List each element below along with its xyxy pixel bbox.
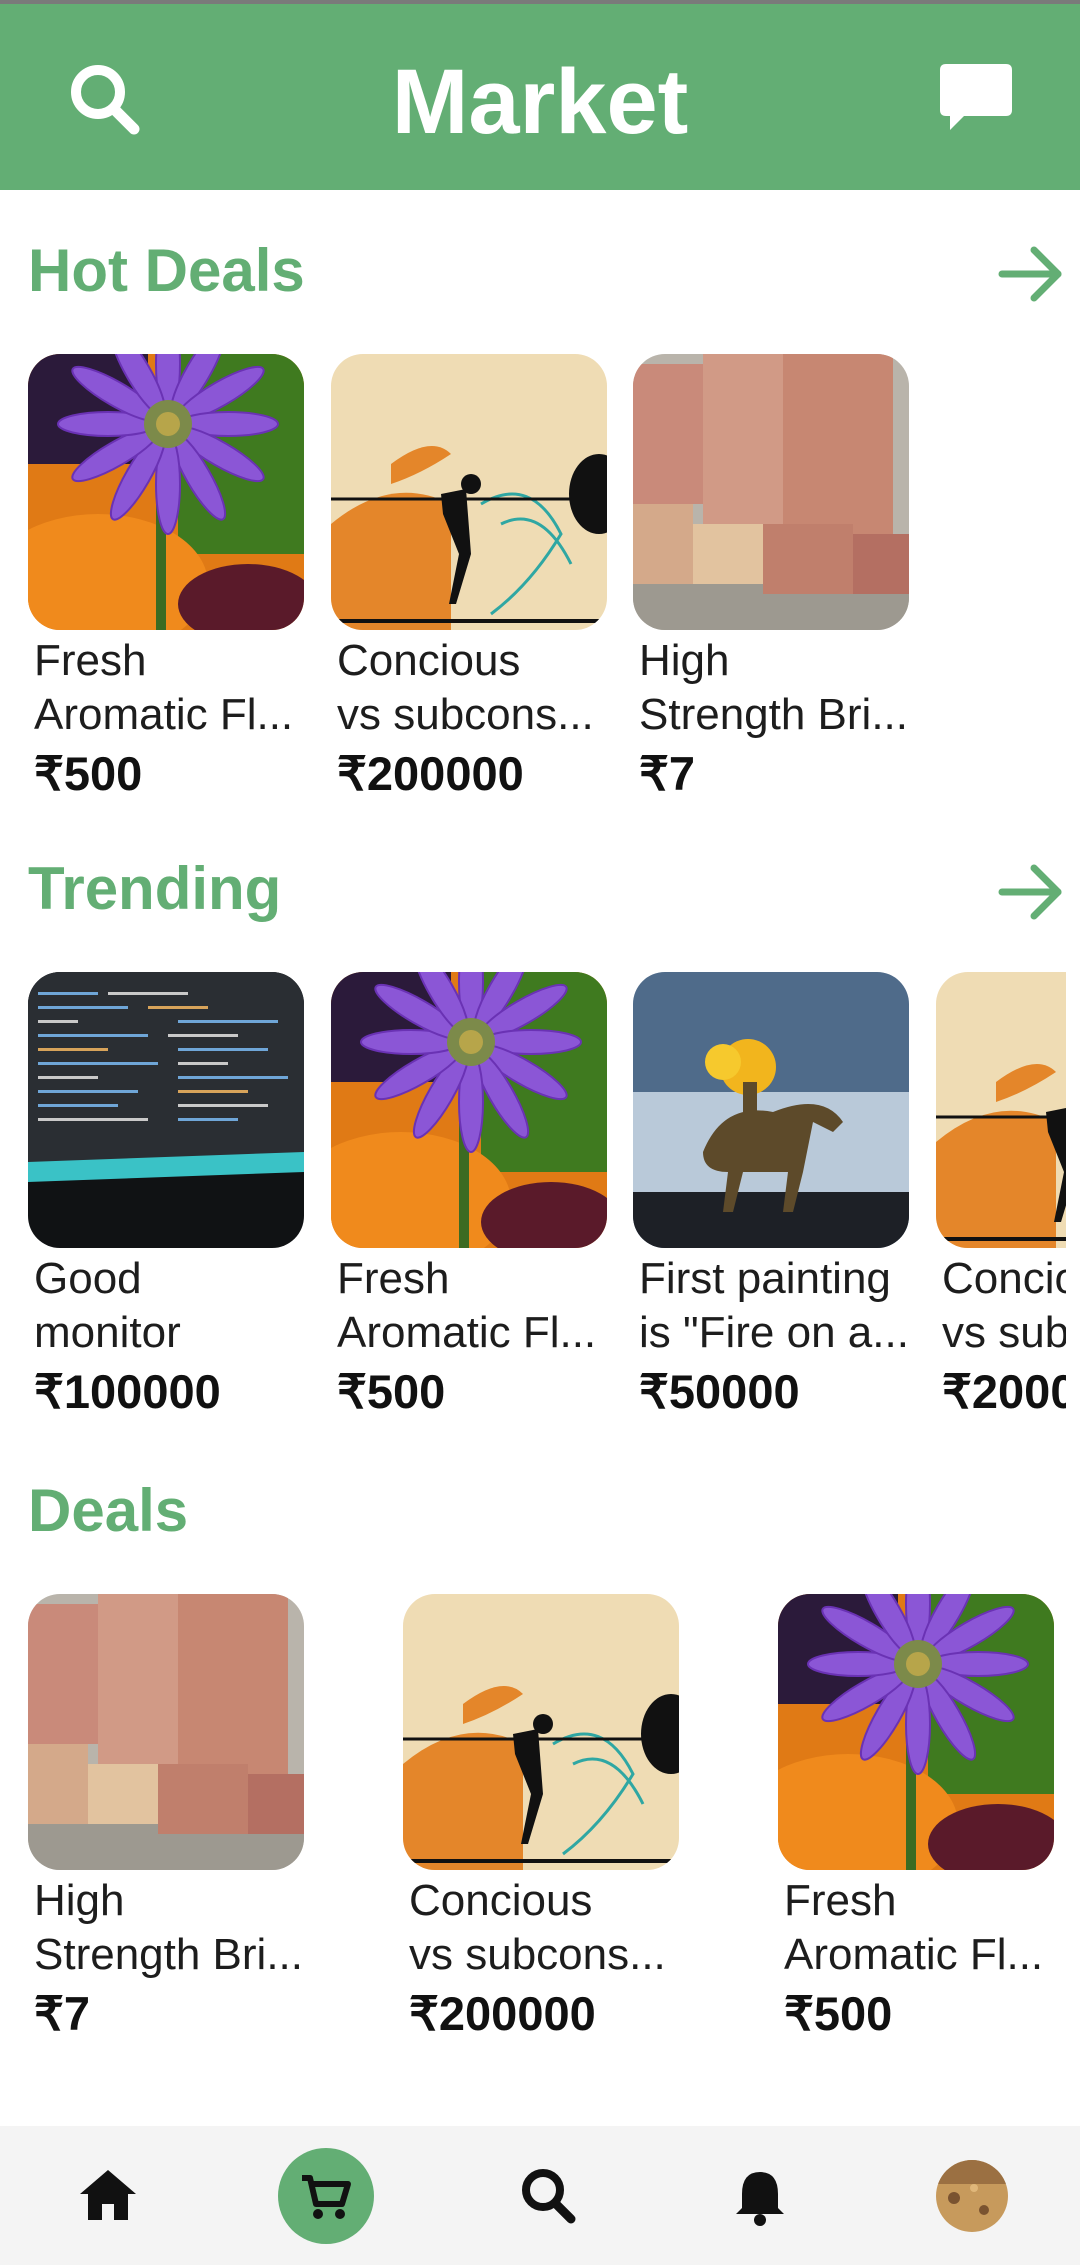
page-title: Market (391, 51, 689, 153)
product-image (331, 972, 607, 1248)
product-price: ₹200000 (337, 747, 524, 800)
deals-section: Deals High Strength Bri... ₹7 Concious vs … (0, 1476, 1080, 2056)
product-image (331, 354, 607, 630)
product-image (28, 1594, 304, 1870)
product-name: Fresh Aromatic Fl... (34, 636, 294, 739)
product-name: Conciousvs subcons... (942, 1254, 1066, 1357)
chat-icon[interactable] (936, 60, 1016, 140)
hot-deals-section: Hot Deals Fresh Aromatic Fl... ₹500 Conci… (0, 236, 1080, 816)
product-price: ₹50000 (639, 1365, 800, 1418)
product-name: Conciousvs subcons... (409, 1876, 666, 1979)
product-name: First painting is "Fire on a... (639, 1254, 909, 1357)
product-name: High Strength Bri... (34, 1876, 304, 1979)
cart-icon[interactable] (278, 2148, 374, 2244)
product-price: ₹100000 (34, 1365, 221, 1418)
product-image (633, 972, 909, 1248)
trending-section: Trending Good monitor ₹100000 Fresh Aromat… (0, 854, 1080, 1434)
product-name: Conciousvs subcons... (337, 636, 594, 739)
product-image (778, 1594, 1054, 1870)
section-title: Trending (28, 855, 282, 922)
product-price: ₹500 (784, 1987, 893, 2040)
product-price: ₹500 (337, 1365, 446, 1418)
product-price: ₹200000 (409, 1987, 596, 2040)
avatar[interactable] (924, 2148, 1020, 2244)
product-image (936, 972, 1066, 1248)
product-image (28, 972, 304, 1248)
home-icon[interactable] (60, 2148, 156, 2244)
arrow-right-icon[interactable] (996, 244, 1066, 304)
product-name: High Strength Bri... (639, 636, 909, 739)
trending-carousel[interactable]: Good monitor ₹100000 Fresh Aromatic Fl... … (0, 972, 1066, 1432)
product-price: ₹7 (639, 747, 696, 800)
product-name: Good monitor (34, 1254, 181, 1357)
product-name: Fresh Aromatic Fl... (337, 1254, 597, 1357)
product-price: ₹200000 (942, 1365, 1066, 1418)
product-image (403, 1594, 679, 1870)
section-title: Deals (28, 1477, 189, 1544)
app-header: Market (0, 4, 1080, 190)
arrow-right-icon[interactable] (996, 862, 1066, 922)
product-image (28, 354, 304, 630)
search-icon[interactable] (499, 2148, 595, 2244)
product-price: ₹7 (34, 1987, 91, 2040)
product-name: Fresh Aromatic Fl... (784, 1876, 1044, 1979)
product-image (633, 354, 909, 630)
section-title: Hot Deals (28, 237, 305, 304)
bell-icon[interactable] (712, 2148, 808, 2244)
product-price: ₹500 (34, 747, 143, 800)
bottom-nav (0, 2126, 1080, 2265)
